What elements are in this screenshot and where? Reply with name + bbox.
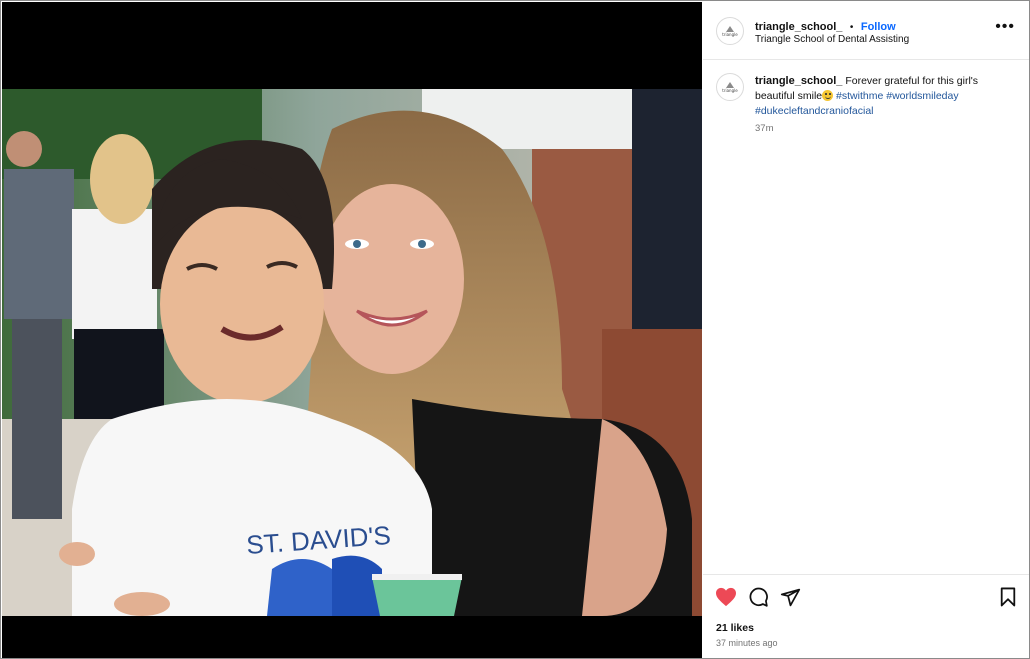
header-title-row: triangle_school_ • Follow <box>755 17 896 35</box>
triangle-logo-icon <box>726 25 734 32</box>
grinning-face-emoji-icon <box>822 90 834 101</box>
send-icon[interactable] <box>780 587 801 613</box>
triangle-logo-icon <box>726 81 734 88</box>
account-subtitle[interactable]: Triangle School of Dental Assisting <box>755 34 909 45</box>
hashtag-worldsmileday[interactable]: #worldsmileday <box>886 90 958 102</box>
hashtag-stwithme[interactable]: #stwithme <box>836 90 883 102</box>
username-link[interactable]: triangle_school_ <box>755 21 842 33</box>
avatar[interactable]: triangle <box>716 17 744 45</box>
post-photo: ST. DAVID'S <box>2 89 702 616</box>
avatar-text: triangle <box>722 87 738 93</box>
post-timestamp[interactable]: 37 minutes ago <box>716 638 778 648</box>
avatar-text: triangle <box>722 31 738 37</box>
post-caption: triangle_school_ Forever grateful for th… <box>755 74 1010 119</box>
post-header: triangle triangle_school_ • Follow Trian… <box>703 2 1029 60</box>
follow-button[interactable]: Follow <box>861 21 896 33</box>
caption-avatar[interactable]: triangle <box>716 73 744 101</box>
bookmark-icon[interactable] <box>999 587 1017 612</box>
caption-username[interactable]: triangle_school_ <box>755 75 842 87</box>
caption-timestamp[interactable]: 37m <box>755 123 773 134</box>
post-modal: ST. DAVID'S triangle triangle_school_ • … <box>0 0 1030 659</box>
likes-count[interactable]: 21 likes <box>716 622 754 634</box>
more-options-icon[interactable]: ••• <box>995 19 1015 35</box>
hashtag-dukecleftandcraniofacial[interactable]: #dukecleftandcraniofacial <box>755 105 874 117</box>
heart-filled-icon[interactable] <box>715 587 737 612</box>
post-actions: 21 likes 37 minutes ago <box>703 574 1029 658</box>
separator-dot: • <box>849 22 854 33</box>
photo-illustration: ST. DAVID'S <box>2 89 702 616</box>
post-media[interactable]: ST. DAVID'S <box>2 2 702 658</box>
comment-icon[interactable] <box>748 587 769 613</box>
post-sidebar: triangle triangle_school_ • Follow Trian… <box>703 2 1029 658</box>
